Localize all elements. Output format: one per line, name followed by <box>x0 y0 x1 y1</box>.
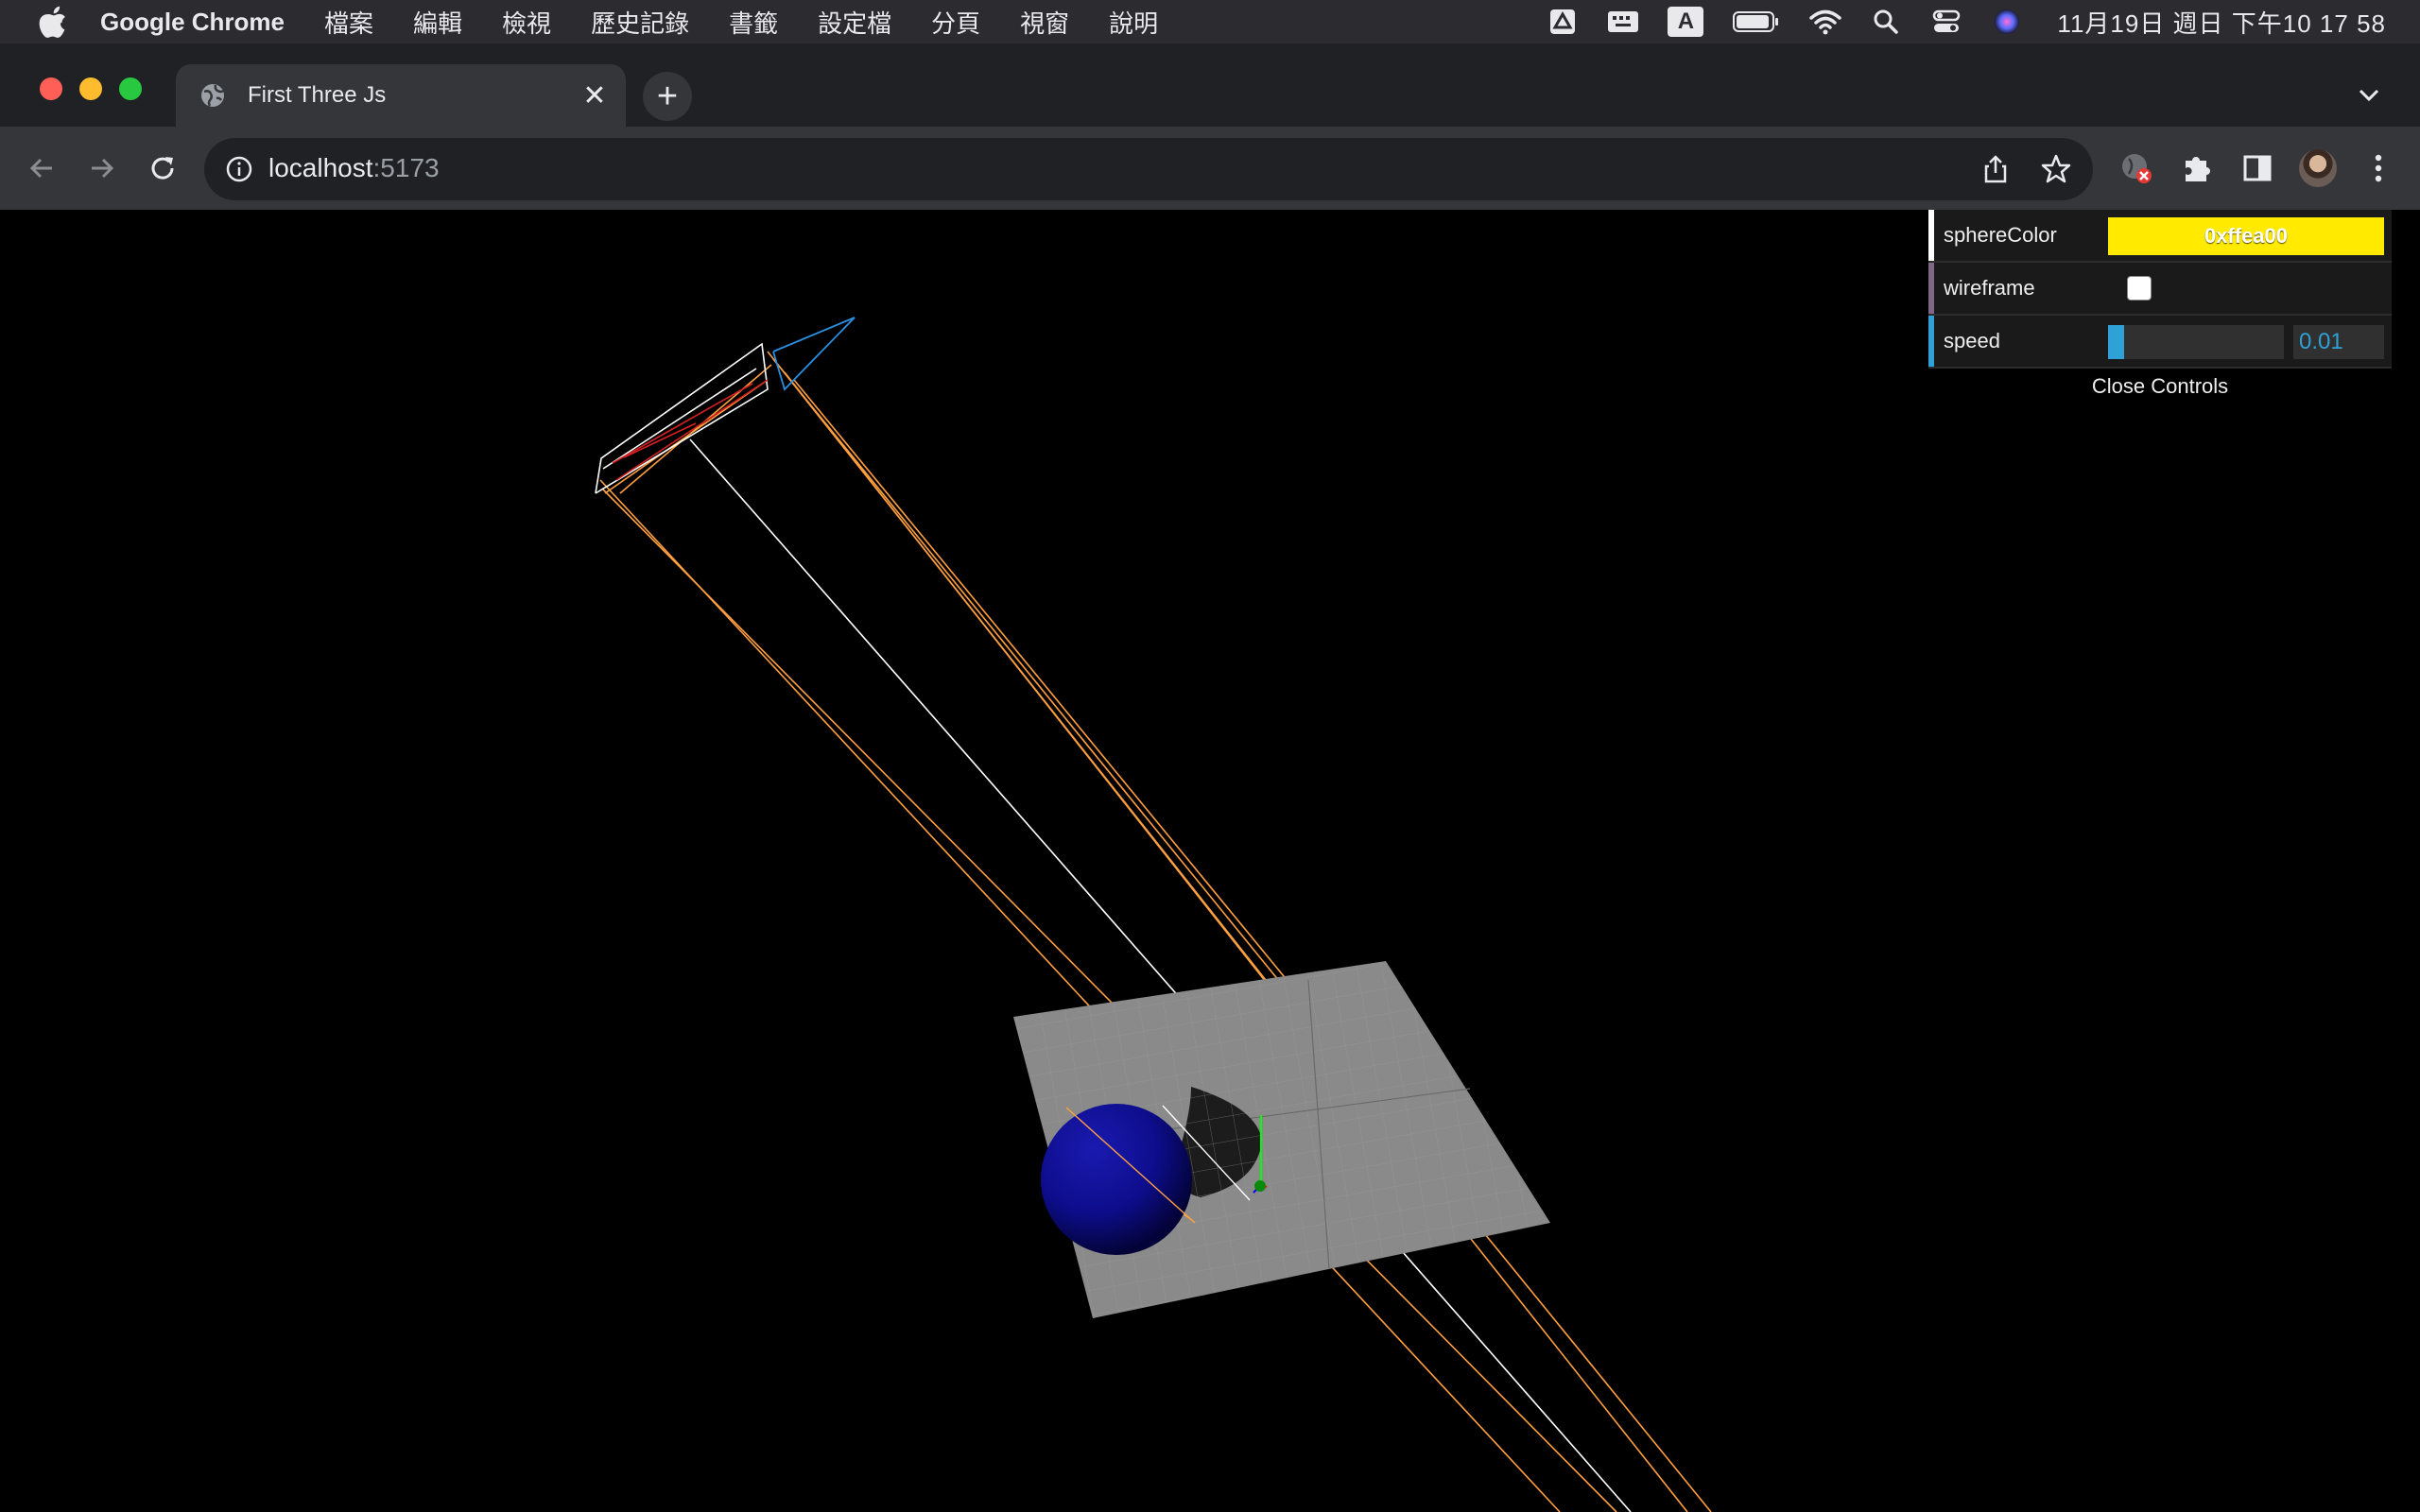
menu-window[interactable]: 視窗 <box>1020 5 1069 40</box>
sphere-mesh <box>1041 1104 1192 1255</box>
camera-helper <box>599 351 1712 1512</box>
tab-title: First Three Js <box>248 82 387 108</box>
three-scene <box>595 317 1712 1512</box>
window-controls <box>40 77 142 100</box>
zoom-window-button[interactable] <box>119 77 142 100</box>
gui-label-wireframe: wireframe <box>1944 276 2035 300</box>
gui-row-accent <box>1928 210 1934 261</box>
dat-gui-panel: sphereColor 0xffea00 wireframe speed 0.0… <box>1928 210 2392 404</box>
gui-row-accent <box>1928 316 1934 367</box>
directional-helper <box>772 317 856 391</box>
url-host: localhost <box>268 153 373 182</box>
siri-icon[interactable] <box>1991 8 2023 36</box>
sphere-color-input[interactable]: 0xffea00 <box>2108 217 2384 255</box>
tab-search-button[interactable] <box>2352 81 2386 110</box>
tab-close-button[interactable]: ✕ <box>577 77 613 113</box>
back-button[interactable] <box>21 147 62 189</box>
menubar-app-name[interactable]: Google Chrome <box>100 8 285 37</box>
plus-icon: + <box>656 76 679 116</box>
extension-blocker-button[interactable] <box>2114 146 2159 191</box>
gui-row-speed: speed 0.01 <box>1928 316 2392 369</box>
gui-row-accent <box>1928 263 1934 314</box>
menu-file[interactable]: 檔案 <box>324 5 373 40</box>
url-port: :5173 <box>372 153 440 182</box>
spotlight-search-icon[interactable] <box>1870 8 1902 36</box>
arrow-left-icon <box>29 158 52 179</box>
tab-first-three-js[interactable]: First Three Js ✕ <box>176 64 626 127</box>
reload-icon <box>151 157 174 180</box>
menu-history[interactable]: 歷史記錄 <box>591 5 689 40</box>
input-source-label: A <box>1677 9 1695 34</box>
drive-icon[interactable] <box>1547 8 1579 36</box>
new-tab-button[interactable]: + <box>643 72 692 121</box>
more-vertical-icon <box>2375 154 2382 182</box>
reload-button[interactable] <box>142 147 183 189</box>
battery-icon[interactable] <box>1732 8 1781 36</box>
gui-label-sphere-color: sphereColor <box>1944 223 2057 247</box>
speed-value: 0.01 <box>2299 329 2343 354</box>
threejs-canvas[interactable]: sphereColor 0xffea00 wireframe speed 0.0… <box>0 210 2420 1512</box>
gui-row-wireframe: wireframe <box>1928 263 2392 316</box>
menu-view[interactable]: 檢視 <box>502 5 551 40</box>
minimize-window-button[interactable] <box>79 77 102 100</box>
apple-menu-icon[interactable] <box>34 3 72 41</box>
globe-icon <box>201 84 224 107</box>
wifi-icon[interactable] <box>1809 8 1842 36</box>
speed-number-input[interactable]: 0.01 <box>2293 325 2384 359</box>
puzzle-icon <box>2186 157 2210 181</box>
info-icon[interactable] <box>225 155 253 183</box>
side-panel-icon <box>2243 155 2272 181</box>
input-source-icon[interactable]: A <box>1668 7 1704 37</box>
avatar <box>2299 149 2337 187</box>
side-panel-button[interactable] <box>2235 146 2280 191</box>
tab-strip: First Three Js ✕ + <box>0 43 2420 127</box>
menu-tab[interactable]: 分頁 <box>931 5 980 40</box>
chevron-down-icon <box>2359 89 2379 102</box>
url-text[interactable]: localhost:5173 <box>268 153 440 183</box>
macos-menubar: Google Chrome 檔案 編輯 檢視 歷史記錄 書籤 設定檔 分頁 視窗… <box>0 0 2420 43</box>
forward-button[interactable] <box>81 147 123 189</box>
close-controls-label: Close Controls <box>2091 374 2229 398</box>
profile-button[interactable] <box>2295 146 2341 191</box>
wireframe-checkbox[interactable] <box>2127 276 2152 301</box>
spotlight-helper <box>595 342 1632 1512</box>
menu-bookmarks[interactable]: 書籤 <box>729 5 778 40</box>
extensions-button[interactable] <box>2174 146 2220 191</box>
extension-blocker-icon <box>2122 154 2152 183</box>
bookmark-star-icon[interactable] <box>2040 153 2072 185</box>
sphere-color-value: 0xffea00 <box>2204 224 2289 248</box>
share-icon[interactable] <box>1979 153 2012 185</box>
close-window-button[interactable] <box>40 77 62 100</box>
control-center-icon[interactable] <box>1930 8 1962 36</box>
chrome-window: First Three Js ✕ + localhost:5173 sphere… <box>0 43 2420 1512</box>
browser-toolbar: localhost:5173 <box>0 127 2420 212</box>
menu-edit[interactable]: 編輯 <box>413 5 462 40</box>
gui-label-speed: speed <box>1944 329 2000 352</box>
gui-row-sphere-color: sphereColor 0xffea00 <box>1928 210 2392 263</box>
menu-help[interactable]: 說明 <box>1109 5 1158 40</box>
menubar-clock[interactable]: 11月19日 週日 下午10 17 58 <box>2057 5 2386 40</box>
speed-slider-fill <box>2108 325 2124 359</box>
keyboard-icon[interactable] <box>1607 8 1639 36</box>
address-bar[interactable]: localhost:5173 <box>204 138 2093 200</box>
chrome-menu-button[interactable] <box>2356 146 2401 191</box>
arrow-right-icon <box>92 158 114 179</box>
speed-slider[interactable] <box>2108 325 2284 359</box>
close-controls-button[interactable]: Close Controls <box>1928 369 2392 404</box>
menu-profiles[interactable]: 設定檔 <box>818 5 891 40</box>
close-icon: ✕ <box>582 79 607 112</box>
